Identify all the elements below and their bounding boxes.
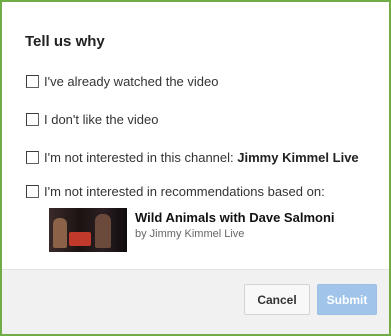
feedback-dialog: Tell us why I've already watched the vid… (0, 0, 391, 336)
checkbox-not-interested-recommendations[interactable] (26, 184, 39, 198)
option-label: I don't like the video (44, 111, 159, 127)
option-dont-like[interactable]: I don't like the video (26, 110, 159, 128)
dialog-title: Tell us why (25, 33, 105, 50)
video-title: Wild Animals with Dave Salmoni (135, 210, 335, 225)
option-not-interested-recommendations[interactable]: I'm not interested in recommendations ba… (26, 182, 325, 200)
checkbox-dont-like[interactable] (26, 112, 39, 126)
cancel-button[interactable]: Cancel (244, 284, 310, 315)
dialog-footer: Cancel Submit (2, 269, 389, 334)
video-item: Wild Animals with Dave Salmoni by Jimmy … (49, 208, 335, 252)
video-info: Wild Animals with Dave Salmoni by Jimmy … (135, 208, 335, 252)
submit-button[interactable]: Submit (317, 284, 377, 315)
checkbox-already-watched[interactable] (26, 74, 39, 88)
option-label: I've already watched the video (44, 73, 219, 89)
option-label-text: I'm not interested in this channel: (44, 149, 238, 165)
option-already-watched[interactable]: I've already watched the video (26, 72, 218, 90)
video-channel: by Jimmy Kimmel Live (135, 228, 245, 240)
channel-name: Jimmy Kimmel Live (237, 149, 359, 165)
option-label: I'm not interested in this channel: Jimm… (44, 150, 359, 165)
checkbox-not-interested-channel[interactable] (26, 150, 39, 164)
option-not-interested-channel[interactable]: I'm not interested in this channel: Jimm… (26, 148, 359, 166)
option-label: I'm not interested in recommendations ba… (44, 183, 325, 199)
video-thumbnail (49, 208, 127, 252)
